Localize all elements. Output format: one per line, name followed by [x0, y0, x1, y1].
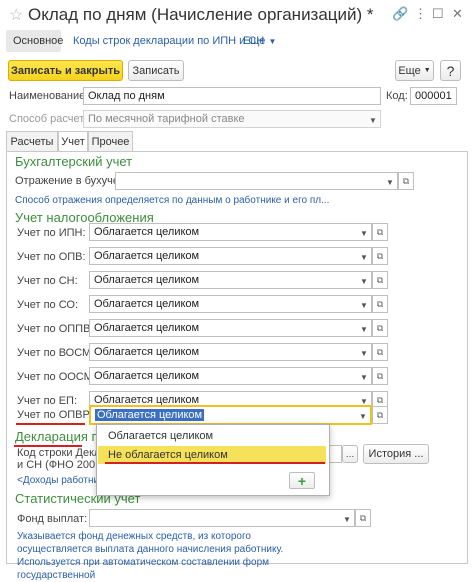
- chevron-down-icon[interactable]: ▼: [356, 407, 370, 423]
- tax-row-field[interactable]: Облагается целиком ▼: [89, 271, 372, 289]
- fund-label: Фонд выплат:: [17, 513, 88, 525]
- stats-note: Указывается фонд денежных средств, из ко…: [17, 531, 284, 581]
- tax-row-label: Учет по ИПН:: [17, 227, 86, 239]
- tax-row-value: Облагается целиком: [94, 250, 200, 262]
- tax-row-value: Облагается целиком: [94, 226, 200, 238]
- tax-row-label: Учет по ОПВ:: [17, 251, 86, 263]
- declaration-section-title: Декларация по: [15, 429, 106, 444]
- tax-row-field[interactable]: Облагается целиком ▼: [89, 319, 372, 337]
- chevron-down-icon[interactable]: ▼: [357, 248, 371, 264]
- declaration-code-field[interactable]: [328, 445, 342, 463]
- chevron-down-icon[interactable]: ▼: [340, 510, 354, 526]
- name-field[interactable]: Оклад по дням: [83, 87, 381, 105]
- open-icon[interactable]: ⧉: [372, 319, 388, 337]
- tax-row-value: Облагается целиком: [94, 322, 200, 334]
- reflection-hint[interactable]: Способ отражения определяется по данным …: [15, 195, 329, 206]
- open-icon[interactable]: ⧉: [372, 367, 388, 385]
- chevron-down-icon[interactable]: ▼: [357, 224, 371, 240]
- chevron-down-icon[interactable]: ▼: [357, 368, 371, 384]
- chevron-down-icon[interactable]: ▼: [357, 296, 371, 312]
- save-button[interactable]: Записать: [128, 60, 184, 81]
- fund-field[interactable]: ▼: [89, 509, 355, 527]
- tax-row-field[interactable]: Облагается целиком ▼: [89, 247, 372, 265]
- calc-method-field: По месячной тарифной ставке ▼: [83, 110, 381, 128]
- history-button[interactable]: История ...: [363, 444, 429, 464]
- open-icon[interactable]: ⧉: [372, 295, 388, 313]
- tax-row-field[interactable]: Облагается целиком ▼: [89, 367, 372, 385]
- open-icon[interactable]: ⧉: [372, 406, 388, 424]
- favorite-star-icon[interactable]: ☆: [9, 5, 23, 25]
- select-button[interactable]: …: [342, 445, 358, 463]
- chevron-down-icon[interactable]: ▼: [357, 272, 371, 288]
- open-icon[interactable]: ⧉: [355, 509, 371, 527]
- tab-main-label: Основное: [13, 35, 64, 47]
- tax-row-label: Учет по ОППВ:: [17, 323, 94, 335]
- more-button-label: Еще: [398, 64, 421, 77]
- chevron-down-icon[interactable]: ▼: [357, 344, 371, 360]
- tab-accounting[interactable]: Учет: [58, 131, 88, 152]
- tax-row-value: Облагается целиком: [94, 370, 200, 382]
- tax-row-label: Учет по СН:: [17, 275, 78, 287]
- chevron-down-icon: ▼: [268, 37, 277, 46]
- open-icon[interactable]: ⧉: [372, 343, 388, 361]
- tax-row-value: Облагается целиком: [94, 274, 200, 286]
- tax-row-field[interactable]: Облагается целиком ▼: [89, 295, 372, 313]
- maximize-icon[interactable]: ☐: [432, 6, 444, 22]
- open-icon[interactable]: ⧉: [372, 247, 388, 265]
- income-link[interactable]: <Доходы работник: [17, 475, 103, 486]
- close-icon[interactable]: ✕: [452, 6, 463, 22]
- open-icon[interactable]: ⧉: [398, 172, 414, 190]
- nav-more-link[interactable]: Еще ▼: [243, 35, 276, 47]
- opvr-value: Облагается целиком: [95, 409, 205, 421]
- tax-row-field[interactable]: Облагается целиком ▼: [89, 223, 372, 241]
- open-icon[interactable]: ⧉: [372, 271, 388, 289]
- nav-more-label: Еще: [243, 35, 266, 47]
- tab-other[interactable]: Прочее: [88, 131, 133, 151]
- calc-method-label: Способ расчета:: [9, 113, 94, 125]
- tab-calculations[interactable]: Расчеты: [6, 131, 58, 151]
- open-icon[interactable]: ⧉: [372, 223, 388, 241]
- opvr-label: Учет по ОПВР:: [17, 409, 93, 421]
- reflection-field[interactable]: ▼: [115, 172, 398, 190]
- tax-row-field[interactable]: Облагается целиком ▼: [89, 343, 372, 361]
- save-and-close-button[interactable]: Записать и закрыть: [8, 60, 123, 81]
- calc-method-value: По месячной тарифной ставке: [88, 113, 245, 125]
- code-field[interactable]: 000001: [410, 87, 457, 105]
- accounting-section-title: Бухгалтерский учет: [15, 154, 133, 169]
- chevron-down-icon: ▼: [369, 115, 377, 125]
- opvr-field[interactable]: Облагается целиком ▼: [89, 405, 372, 425]
- tax-row-label: Учет по ЕП:: [17, 395, 77, 407]
- tab-declaration-codes[interactable]: Коды строк декларации по ИПН и СН: [73, 35, 264, 47]
- annotation-underline: [105, 462, 325, 464]
- code-label: Код:: [386, 90, 408, 102]
- more-button[interactable]: Еще ▼: [395, 60, 434, 81]
- annotation-underline: [16, 423, 85, 425]
- more-icon[interactable]: ⋮: [414, 6, 427, 22]
- help-button[interactable]: ?: [440, 60, 461, 81]
- tax-row-value: Облагается целиком: [94, 346, 200, 358]
- window-title: Оклад по дням (Начисление организаций) *: [28, 5, 374, 24]
- dropdown-option[interactable]: Облагается целиком: [98, 427, 326, 445]
- tax-row-value: Облагается целиком: [94, 298, 200, 310]
- chevron-down-icon[interactable]: ▼: [383, 173, 397, 189]
- chevron-down-icon[interactable]: ▼: [357, 320, 371, 336]
- tab-main[interactable]: Основное: [6, 30, 64, 52]
- chevron-down-icon: ▼: [423, 67, 431, 74]
- link-icon[interactable]: 🔗: [392, 6, 408, 22]
- add-button[interactable]: +: [289, 472, 315, 489]
- tax-row-label: Учет по СО:: [17, 299, 79, 311]
- name-label: Наименование:: [9, 90, 89, 102]
